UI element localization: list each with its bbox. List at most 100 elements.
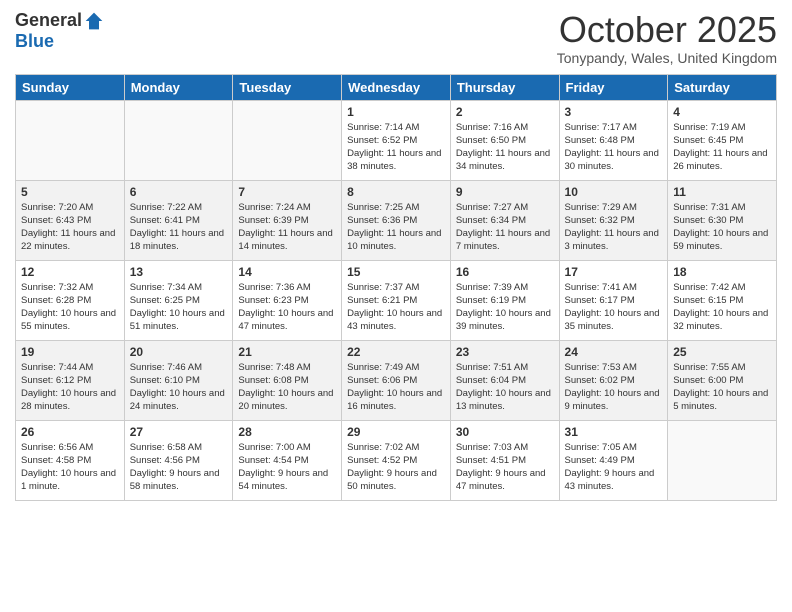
table-row: 4 Sunrise: 7:19 AM Sunset: 6:45 PM Daylig…	[668, 100, 777, 180]
day-number: 24	[565, 345, 663, 359]
table-row: 19 Sunrise: 7:44 AM Sunset: 6:12 PM Dayli…	[16, 340, 125, 420]
month-title: October 2025	[557, 10, 777, 50]
day-number: 7	[238, 185, 336, 199]
table-row: 25Sunrise: 7:55 AM Sunset: 6:00 PM Dayli…	[668, 340, 777, 420]
day-number: 23	[456, 345, 554, 359]
day-info: Sunrise: 7:02 AM Sunset: 4:52 PM Dayligh…	[347, 441, 445, 494]
day-number: 16	[456, 265, 554, 279]
day-info: Sunrise: 7:36 AM Sunset: 6:23 PM Dayligh…	[238, 281, 336, 334]
table-row: 1 Sunrise: 7:14 AM Sunset: 6:52 PM Daylig…	[342, 100, 451, 180]
day-number: 20	[130, 345, 228, 359]
title-block: October 2025 Tonypandy, Wales, United Ki…	[557, 10, 777, 66]
table-row: 22 Sunrise: 7:49 AM Sunset: 6:06 PM Dayli…	[342, 340, 451, 420]
table-row: 28 Sunrise: 7:00 AM Sunset: 4:54 PM Dayli…	[233, 420, 342, 500]
table-row: 17 Sunrise: 7:41 AM Sunset: 6:17 PM Dayli…	[559, 260, 668, 340]
day-info: Sunrise: 7:20 AM Sunset: 6:43 PM Dayligh…	[21, 201, 119, 254]
day-number: 2	[456, 105, 554, 119]
logo: General Blue	[15, 10, 104, 52]
col-friday: Friday	[559, 74, 668, 100]
day-info: Sunrise: 7:44 AM Sunset: 6:12 PM Dayligh…	[21, 361, 119, 414]
day-number: 21	[238, 345, 336, 359]
day-number: 1	[347, 105, 445, 119]
table-row: 5Sunrise: 7:20 AM Sunset: 6:43 PM Daylig…	[16, 180, 125, 260]
col-tuesday: Tuesday	[233, 74, 342, 100]
day-info: Sunrise: 7:34 AM Sunset: 6:25 PM Dayligh…	[130, 281, 228, 334]
day-number: 14	[238, 265, 336, 279]
day-info: Sunrise: 7:48 AM Sunset: 6:08 PM Dayligh…	[238, 361, 336, 414]
day-number: 22	[347, 345, 445, 359]
day-info: Sunrise: 7:14 AM Sunset: 6:52 PM Dayligh…	[347, 121, 445, 174]
col-sunday: Sunday	[16, 74, 125, 100]
calendar-header-row: Sunday Monday Tuesday Wednesday Thursday…	[16, 74, 777, 100]
day-number: 19	[21, 345, 119, 359]
table-row: 6Sunrise: 7:22 AM Sunset: 6:41 PM Daylig…	[124, 180, 233, 260]
day-info: Sunrise: 7:49 AM Sunset: 6:06 PM Dayligh…	[347, 361, 445, 414]
table-row	[668, 420, 777, 500]
col-saturday: Saturday	[668, 74, 777, 100]
col-monday: Monday	[124, 74, 233, 100]
table-row: 24Sunrise: 7:53 AM Sunset: 6:02 PM Dayli…	[559, 340, 668, 420]
day-number: 9	[456, 185, 554, 199]
header: General Blue October 2025 Tonypandy, Wal…	[15, 10, 777, 66]
table-row: 26 Sunrise: 6:56 AM Sunset: 4:58 PM Dayli…	[16, 420, 125, 500]
day-number: 13	[130, 265, 228, 279]
day-info: Sunrise: 7:03 AM Sunset: 4:51 PM Dayligh…	[456, 441, 554, 494]
table-row: 18 Sunrise: 7:42 AM Sunset: 6:15 PM Dayli…	[668, 260, 777, 340]
logo-blue: Blue	[15, 31, 54, 52]
table-row: 11 Sunrise: 7:31 AM Sunset: 6:30 PM Dayli…	[668, 180, 777, 260]
calendar-week-row: 5Sunrise: 7:20 AM Sunset: 6:43 PM Daylig…	[16, 180, 777, 260]
day-number: 27	[130, 425, 228, 439]
day-info: Sunrise: 7:42 AM Sunset: 6:15 PM Dayligh…	[673, 281, 771, 334]
table-row: 12Sunrise: 7:32 AM Sunset: 6:28 PM Dayli…	[16, 260, 125, 340]
col-wednesday: Wednesday	[342, 74, 451, 100]
calendar-week-row: 19 Sunrise: 7:44 AM Sunset: 6:12 PM Dayli…	[16, 340, 777, 420]
table-row: 21 Sunrise: 7:48 AM Sunset: 6:08 PM Dayli…	[233, 340, 342, 420]
table-row: 2 Sunrise: 7:16 AM Sunset: 6:50 PM Daylig…	[450, 100, 559, 180]
day-info: Sunrise: 7:25 AM Sunset: 6:36 PM Dayligh…	[347, 201, 445, 254]
table-row: 23 Sunrise: 7:51 AM Sunset: 6:04 PM Dayli…	[450, 340, 559, 420]
table-row	[124, 100, 233, 180]
day-info: Sunrise: 6:58 AM Sunset: 4:56 PM Dayligh…	[130, 441, 228, 494]
day-info: Sunrise: 7:32 AM Sunset: 6:28 PM Dayligh…	[21, 281, 119, 334]
table-row: 31Sunrise: 7:05 AM Sunset: 4:49 PM Dayli…	[559, 420, 668, 500]
table-row: 20 Sunrise: 7:46 AM Sunset: 6:10 PM Dayli…	[124, 340, 233, 420]
location: Tonypandy, Wales, United Kingdom	[557, 50, 777, 66]
day-info: Sunrise: 6:56 AM Sunset: 4:58 PM Dayligh…	[21, 441, 119, 494]
table-row: 16 Sunrise: 7:39 AM Sunset: 6:19 PM Dayli…	[450, 260, 559, 340]
day-info: Sunrise: 7:41 AM Sunset: 6:17 PM Dayligh…	[565, 281, 663, 334]
day-number: 25	[673, 345, 771, 359]
day-number: 28	[238, 425, 336, 439]
table-row: 29Sunrise: 7:02 AM Sunset: 4:52 PM Dayli…	[342, 420, 451, 500]
day-info: Sunrise: 7:29 AM Sunset: 6:32 PM Dayligh…	[565, 201, 663, 254]
day-number: 17	[565, 265, 663, 279]
table-row: 7Sunrise: 7:24 AM Sunset: 6:39 PM Daylig…	[233, 180, 342, 260]
table-row: 10 Sunrise: 7:29 AM Sunset: 6:32 PM Dayli…	[559, 180, 668, 260]
day-info: Sunrise: 7:39 AM Sunset: 6:19 PM Dayligh…	[456, 281, 554, 334]
table-row	[233, 100, 342, 180]
table-row: 8Sunrise: 7:25 AM Sunset: 6:36 PM Daylig…	[342, 180, 451, 260]
day-info: Sunrise: 7:46 AM Sunset: 6:10 PM Dayligh…	[130, 361, 228, 414]
day-number: 18	[673, 265, 771, 279]
day-info: Sunrise: 7:31 AM Sunset: 6:30 PM Dayligh…	[673, 201, 771, 254]
day-info: Sunrise: 7:05 AM Sunset: 4:49 PM Dayligh…	[565, 441, 663, 494]
calendar-table: Sunday Monday Tuesday Wednesday Thursday…	[15, 74, 777, 501]
day-number: 15	[347, 265, 445, 279]
day-number: 6	[130, 185, 228, 199]
day-number: 11	[673, 185, 771, 199]
day-info: Sunrise: 7:19 AM Sunset: 6:45 PM Dayligh…	[673, 121, 771, 174]
day-info: Sunrise: 7:00 AM Sunset: 4:54 PM Dayligh…	[238, 441, 336, 494]
day-number: 4	[673, 105, 771, 119]
day-info: Sunrise: 7:27 AM Sunset: 6:34 PM Dayligh…	[456, 201, 554, 254]
day-info: Sunrise: 7:16 AM Sunset: 6:50 PM Dayligh…	[456, 121, 554, 174]
table-row: 14 Sunrise: 7:36 AM Sunset: 6:23 PM Dayli…	[233, 260, 342, 340]
table-row: 30 Sunrise: 7:03 AM Sunset: 4:51 PM Dayli…	[450, 420, 559, 500]
table-row: 13 Sunrise: 7:34 AM Sunset: 6:25 PM Dayli…	[124, 260, 233, 340]
logo-general: General	[15, 10, 82, 31]
table-row	[16, 100, 125, 180]
logo-text: General	[15, 10, 104, 31]
calendar-week-row: 1 Sunrise: 7:14 AM Sunset: 6:52 PM Daylig…	[16, 100, 777, 180]
day-number: 10	[565, 185, 663, 199]
day-number: 30	[456, 425, 554, 439]
day-number: 26	[21, 425, 119, 439]
day-info: Sunrise: 7:51 AM Sunset: 6:04 PM Dayligh…	[456, 361, 554, 414]
